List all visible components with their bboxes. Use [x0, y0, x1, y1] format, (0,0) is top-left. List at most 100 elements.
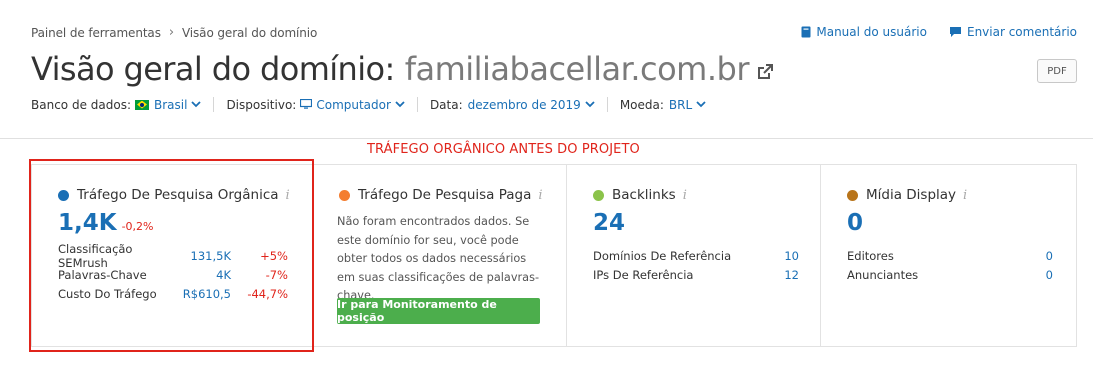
backlinks-card-title[interactable]: Backlinks [612, 187, 676, 203]
metric-row: Custo Do Tráfego R$610,5 -44,7% [58, 284, 288, 303]
header-divider [0, 138, 1093, 139]
summary-cards: Tráfego De Pesquisa Orgânica i 1,4K -0,2… [31, 164, 1077, 347]
position-tracking-button[interactable]: Ir para Monitoramento de posição [337, 298, 540, 324]
page-title: Visão geral do domínio: familiabacellar.… [31, 50, 773, 88]
metric-label: Custo Do Tráfego [58, 286, 157, 301]
send-feedback-link[interactable]: Enviar comentário [949, 25, 1077, 39]
organic-traffic-change: -0,2% [121, 220, 154, 233]
metric-label: Domínios De Referência [593, 248, 732, 263]
metric-label: Editores [847, 248, 894, 263]
breadcrumb-root-link[interactable]: Painel de ferramentas [31, 26, 161, 40]
organic-metrics: Classificação SEMrush 131,5K +5% Palavra… [58, 242, 288, 303]
device-value: Computador [316, 97, 391, 112]
metric-change: +5% [260, 248, 288, 263]
paid-no-data-message: Não foram encontrados dados. Se este dom… [337, 215, 540, 302]
organic-dot-icon [58, 189, 69, 201]
chevron-down-icon [395, 101, 405, 108]
top-links: Manual do usuário Enviar comentário [801, 25, 1077, 39]
paid-dot-icon [339, 189, 350, 201]
book-icon [801, 26, 811, 38]
metric-row: Editores 0 [847, 246, 1053, 265]
display-dot-icon [847, 189, 858, 201]
breadcrumb-current: Visão geral do domínio [181, 25, 318, 40]
metric-label: Palavras-Chave [58, 267, 147, 282]
display-summary: 0 [847, 210, 863, 236]
breadcrumb: Painel de ferramentas › Visão geral do d… [31, 25, 317, 40]
metric-row: Anunciantes 0 [847, 265, 1053, 284]
chevron-down-icon [696, 101, 706, 108]
metric-change: -44,7% [247, 286, 288, 301]
metric-value[interactable]: 0 [997, 249, 1053, 263]
chevron-down-icon [191, 101, 202, 108]
date-label: Data: [429, 97, 463, 112]
page-title-label: Visão geral do domínio: [31, 50, 395, 88]
paid-card-title[interactable]: Tráfego De Pesquisa Paga [358, 187, 531, 203]
display-card-header: Mídia Display i [847, 187, 967, 203]
currency-select[interactable]: BRL [669, 98, 706, 112]
database-select[interactable]: Brasil [153, 97, 202, 112]
domain-overview-page: Painel de ferramentas › Visão geral do d… [0, 0, 1093, 367]
metric-value[interactable]: 12 [743, 268, 799, 282]
currency-value: BRL [668, 97, 693, 112]
display-card-title[interactable]: Mídia Display [866, 187, 956, 203]
metric-value[interactable]: 131,5K [176, 249, 231, 263]
metric-label: Anunciantes [847, 267, 919, 282]
filters-bar: Banco de dados: Brasil Dispositivo: Comp… [31, 97, 706, 112]
monitor-icon [300, 99, 313, 109]
external-link-icon[interactable] [757, 64, 773, 80]
metric-value[interactable]: 4K [176, 268, 231, 282]
info-icon[interactable]: i [286, 188, 290, 203]
metric-value[interactable]: 0 [997, 268, 1053, 282]
display-metrics: Editores 0 Anunciantes 0 [847, 246, 1053, 284]
date-select[interactable]: dezembro de 2019 [468, 98, 595, 112]
filter-divider [213, 97, 215, 112]
page-title-domain: familiabacellar.com.br [404, 50, 750, 88]
brazil-flag-icon [134, 99, 149, 110]
metric-row: Classificação SEMrush 131,5K +5% [58, 242, 288, 270]
filter-divider [606, 97, 608, 112]
info-icon[interactable]: i [963, 188, 967, 203]
database-filter: Banco de dados: Brasil [31, 97, 202, 112]
backlinks-value[interactable]: 24 [593, 210, 625, 236]
organic-summary: 1,4K -0,2% [58, 210, 154, 236]
currency-label: Moeda: [619, 97, 664, 112]
database-label: Banco de dados: [31, 97, 131, 112]
metric-row: Domínios De Referência 10 [593, 246, 799, 265]
annotation-text: TRÁFEGO ORGÂNICO ANTES DO PROJETO [367, 142, 640, 157]
metric-change: -7% [265, 267, 288, 282]
organic-card-header: Tráfego De Pesquisa Orgânica i [58, 187, 290, 203]
metric-value[interactable]: R$610,5 [176, 287, 231, 301]
user-manual-label: Manual do usuário [816, 25, 927, 39]
chevron-down-icon [585, 101, 595, 108]
paid-traffic-card: Tráfego De Pesquisa Paga i Não foram enc… [313, 165, 567, 346]
database-value: Brasil [153, 97, 188, 112]
backlinks-card-header: Backlinks i [593, 187, 687, 203]
metric-label: IPs De Referência [593, 267, 694, 282]
display-value[interactable]: 0 [847, 210, 863, 236]
currency-filter: Moeda: BRL [620, 98, 706, 112]
metric-label: Classificação SEMrush [58, 241, 133, 270]
backlinks-metrics: Domínios De Referência 10 IPs De Referên… [593, 246, 799, 284]
comment-icon [949, 27, 961, 37]
date-filter: Data: dezembro de 2019 [430, 98, 595, 112]
metric-row: IPs De Referência 12 [593, 265, 799, 284]
display-media-card: Mídia Display i 0 Editores 0 Anunciantes… [821, 165, 1076, 346]
organic-card-title[interactable]: Tráfego De Pesquisa Orgânica [77, 187, 279, 203]
device-label: Dispositivo: [226, 97, 297, 112]
breadcrumb-separator-icon: › [168, 25, 174, 40]
info-icon[interactable]: i [538, 188, 542, 203]
organic-traffic-card: Tráfego De Pesquisa Orgânica i 1,4K -0,2… [32, 165, 313, 346]
user-manual-link[interactable]: Manual do usuário [801, 25, 927, 39]
pdf-export-button[interactable]: PDF [1037, 59, 1077, 83]
send-feedback-label: Enviar comentário [966, 25, 1077, 39]
device-filter: Dispositivo: Computador [226, 98, 405, 112]
backlinks-card: Backlinks i 24 Domínios De Referência 10… [567, 165, 821, 346]
backlinks-dot-icon [593, 189, 604, 201]
device-select[interactable]: Computador [316, 98, 405, 112]
metric-row: Palavras-Chave 4K -7% [58, 265, 288, 284]
paid-card-header: Tráfego De Pesquisa Paga i [339, 187, 543, 203]
date-value: dezembro de 2019 [467, 97, 581, 112]
metric-value[interactable]: 10 [743, 249, 799, 263]
organic-traffic-value[interactable]: 1,4K [58, 210, 117, 236]
info-icon[interactable]: i [683, 188, 687, 203]
